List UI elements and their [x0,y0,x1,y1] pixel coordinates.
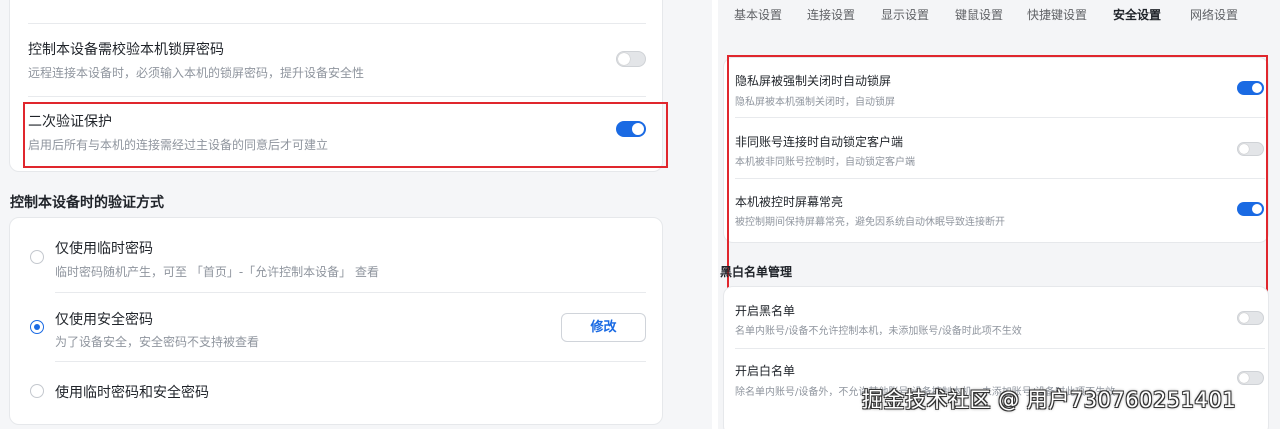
option-title: 仅使用临时密码 [55,241,153,257]
highlight-box [23,102,668,168]
security-settings-panel-left: 控制本设备需校验本机锁屏密码 远程连接本设备时，必须输入本机的锁屏密码，提升设备… [0,0,712,429]
divider [55,292,646,293]
lock-password-toggle[interactable] [616,51,646,67]
security-settings-panel-right: 基本设置 连接设置 显示设置 键鼠设置 快捷键设置 安全设置 网络设置 隐私屏被… [718,0,1280,429]
option-description: 为了设备安全，安全密码不支持被查看 [55,335,260,349]
toggle-knob [618,53,630,65]
watermark-text: 掘金技术社区 @ 用户730760251401 [862,388,1237,412]
divider [735,348,1265,349]
tab-network-settings[interactable]: 网络设置 [1190,6,1238,23]
divider [55,361,646,362]
setting-description: 名单内账号/设备不允许控制本机，未添加账号/设备时此项不生效 [735,326,1022,337]
blacklist-whitelist-heading: 黑白名单管理 [720,265,793,279]
divider [28,23,646,24]
verify-method-heading: 控制本设备时的验证方式 [10,195,164,211]
toggle-knob [1239,313,1249,323]
tab-keyboard-mouse-settings[interactable]: 键鼠设置 [955,6,1003,23]
tab-connection-settings[interactable]: 连接设置 [807,6,855,23]
option-title: 使用临时密码和安全密码 [55,385,209,401]
toggle-knob [1239,373,1249,383]
option-title: 仅使用安全密码 [55,312,153,328]
tab-shortcut-settings[interactable]: 快捷键设置 [1027,6,1087,23]
radio-button[interactable] [30,384,44,398]
divider [28,96,646,97]
setting-title: 开启黑名单 [735,304,796,318]
setting-description: 远程连接本设备时，必须输入本机的锁屏密码，提升设备安全性 [28,66,365,80]
tab-security-settings[interactable]: 安全设置 [1113,6,1161,23]
tab-display-settings[interactable]: 显示设置 [881,6,929,23]
option-description: 临时密码随机产生，可至 「首页」-「允许控制本设备」 查看 [55,265,379,279]
setting-title: 控制本设备需校验本机锁屏密码 [28,42,224,58]
tab-basic-settings[interactable]: 基本设置 [734,6,782,23]
setting-title: 开启白名单 [735,364,796,378]
radio-button[interactable] [30,320,44,334]
whitelist-toggle[interactable] [1237,371,1264,385]
radio-button[interactable] [30,250,44,264]
blacklist-toggle[interactable] [1237,311,1264,325]
edit-secure-password-button[interactable]: 修改 [561,313,646,342]
